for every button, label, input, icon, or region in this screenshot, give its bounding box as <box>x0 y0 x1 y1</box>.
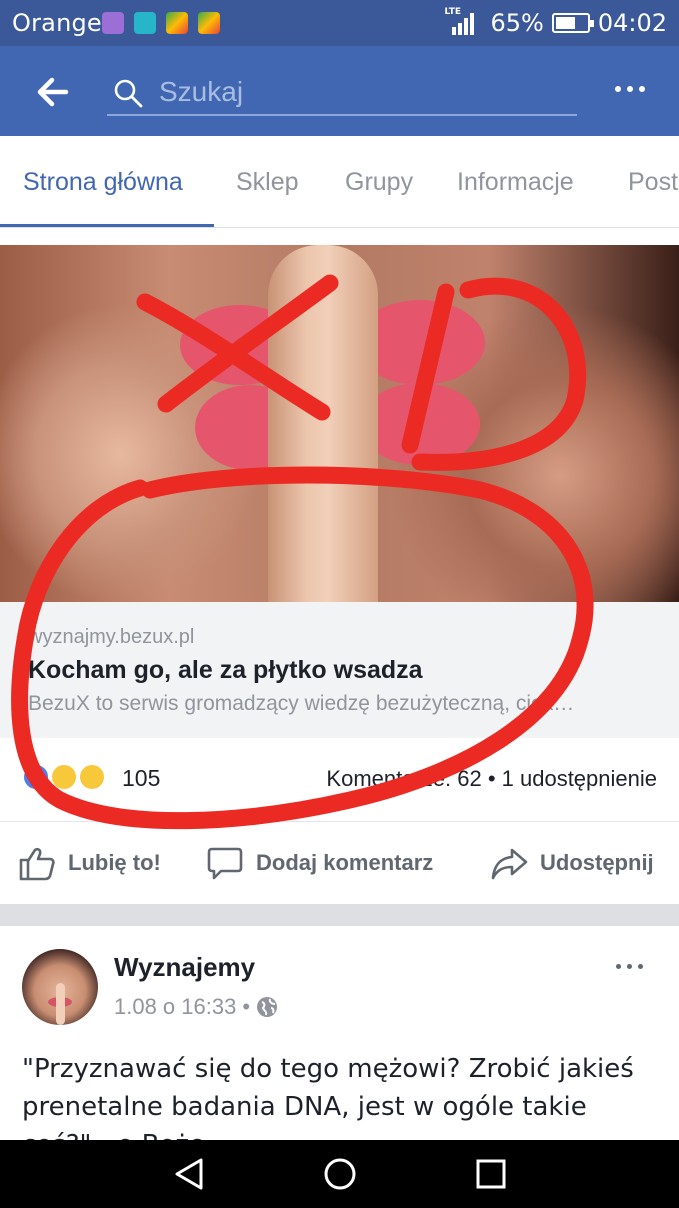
arrow-left-icon[interactable] <box>34 74 70 110</box>
status-right: LTE 65% 04:02 <box>444 7 667 37</box>
tab-home[interactable]: Strona główna <box>23 168 183 197</box>
comment-icon <box>207 847 243 880</box>
search-placeholder: Szukaj <box>159 76 244 107</box>
share-button[interactable]: Udostępnij <box>490 844 654 882</box>
post-author[interactable]: Wyznajemy <box>114 952 255 983</box>
thumbs-up-icon <box>19 847 55 881</box>
tab-about[interactable]: Informacje <box>457 168 574 197</box>
status-bar: Orange LTE 65% 04:02 <box>0 0 679 46</box>
signal-icon: LTE <box>444 7 482 35</box>
feed-divider <box>0 904 679 926</box>
active-tab-indicator <box>0 224 214 227</box>
search-input[interactable]: Szukaj <box>107 68 577 116</box>
maps-notification-icon <box>166 12 188 34</box>
tab-groups[interactable]: Grupy <box>345 168 413 197</box>
system-nav-bar <box>0 1140 679 1208</box>
search-icon <box>114 79 143 108</box>
share-arrow-icon <box>491 848 528 880</box>
back-triangle-icon[interactable] <box>171 1156 207 1192</box>
link-domain: wyznajmy.bezux.pl <box>28 626 195 648</box>
home-circle-icon[interactable] <box>322 1156 358 1192</box>
reaction-icons[interactable] <box>22 763 122 793</box>
finger <box>268 245 378 602</box>
gallery-notification-icon <box>102 12 124 34</box>
search-header: Szukaj <box>0 46 679 136</box>
haha-reaction-icon <box>50 763 78 791</box>
article-image[interactable] <box>0 245 679 602</box>
battery-fill <box>555 17 576 29</box>
like-label: Lubię to! <box>68 850 161 875</box>
link-preview[interactable]: wyznajmy.bezux.pl Kocham go, ale za płyt… <box>0 602 679 738</box>
post-text: "Przyznawać się do tego mężowi? Zrobić j… <box>22 1054 634 1140</box>
reactions-bar[interactable]: 105 Komentarze: 62 • 1 udostępnienie <box>0 738 679 822</box>
feed-post: Wyznajemy 1.08 o 16:33 • "Przyznawać się… <box>0 926 679 1140</box>
battery-percent: 65% <box>490 9 544 37</box>
link-description: BezuX to serwis gromadzący wiedzę bezuży… <box>28 692 575 715</box>
tab-shop[interactable]: Sklep <box>236 168 299 197</box>
sad-reaction-icon <box>78 763 106 791</box>
page-tabs: Strona główna Sklep Grupy Informacje Pos… <box>0 136 679 228</box>
post-more-icon[interactable] <box>616 964 643 969</box>
more-horizontal-icon[interactable] <box>615 86 645 92</box>
comment-button[interactable]: Dodaj komentarz <box>206 844 433 882</box>
meta-separator: • <box>242 994 251 1019</box>
post-timestamp[interactable]: 1.08 o 16:33 <box>114 994 236 1020</box>
app-notification-icon <box>134 12 156 34</box>
battery-icon <box>551 13 594 33</box>
carrier-name: Orange <box>12 9 102 37</box>
like-reaction-icon <box>22 763 50 791</box>
comment-label: Dodaj komentarz <box>256 850 434 875</box>
comment-share-count[interactable]: Komentarze: 62 • 1 udostępnienie <box>326 766 657 792</box>
share-label: Udostępnij <box>540 850 654 875</box>
post-actions: Lubię to! Dodaj komentarz Udostępnij <box>0 822 679 904</box>
reaction-count[interactable]: 105 <box>122 765 160 792</box>
post-meta: 1.08 o 16:33 • <box>114 994 278 1020</box>
recents-square-icon[interactable] <box>473 1156 509 1192</box>
like-button[interactable]: Lubię to! <box>18 844 161 882</box>
tab-posts[interactable]: Post <box>628 168 678 197</box>
lower-lip-right <box>360 383 480 465</box>
avatar[interactable] <box>22 949 98 1025</box>
maps-notification-icon-2 <box>198 12 220 34</box>
link-title[interactable]: Kocham go, ale za płytko wsadza <box>28 656 423 685</box>
network-type: LTE <box>444 7 462 17</box>
notification-icons <box>102 12 220 34</box>
clock: 04:02 <box>597 9 667 37</box>
globe-icon <box>257 997 278 1017</box>
